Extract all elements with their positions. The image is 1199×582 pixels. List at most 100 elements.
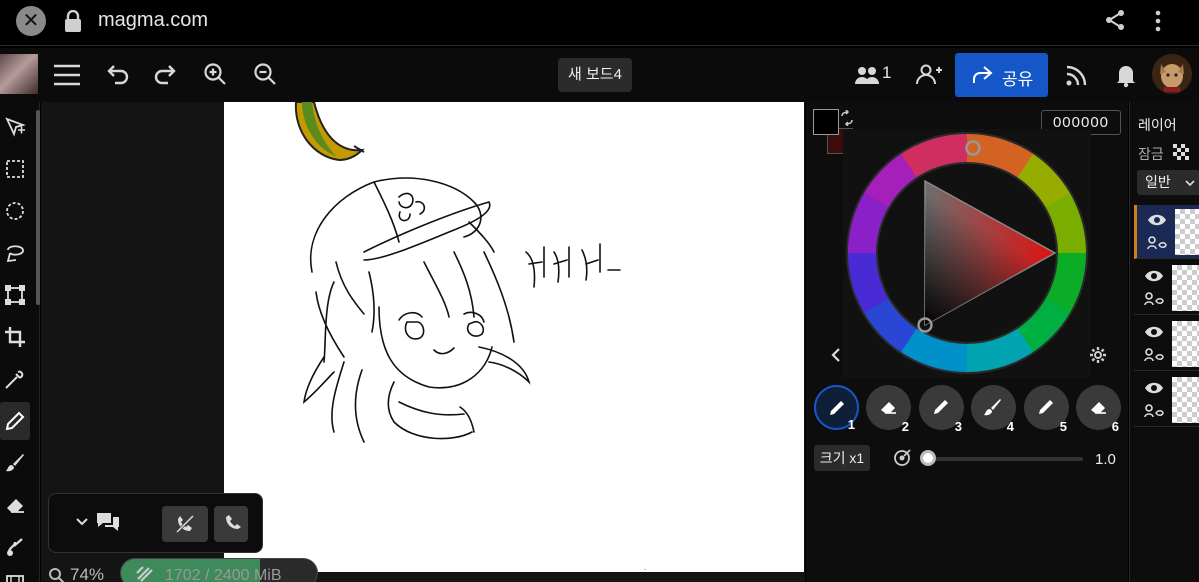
zoom-in-icon[interactable] [201, 60, 231, 90]
checker-lock-icon[interactable] [1173, 144, 1189, 160]
brush-slot-1[interactable]: 1 [814, 385, 859, 432]
eraser-tool[interactable] [0, 486, 30, 524]
menu-icon[interactable] [52, 60, 82, 90]
color-wheel-area[interactable] [843, 129, 1091, 378]
eye-icon[interactable] [1144, 325, 1164, 339]
chevron-down-icon [1185, 180, 1195, 187]
smudge-tool[interactable] [0, 528, 30, 566]
color-panel: 000000 1 2 3 4 5 6 크기 x1 1.0 [806, 102, 1128, 582]
zoom-search-icon[interactable] [48, 567, 66, 582]
rect-select-tool[interactable] [0, 150, 30, 188]
brush-size-slider-knob[interactable] [920, 450, 936, 466]
layers-panel: 레이어 잠금 일반 [1129, 102, 1199, 582]
board-name-button[interactable]: 새 보드4 [558, 58, 632, 92]
app-toolbar: 새 보드4 1 공유 [0, 48, 1199, 102]
brush-slot-4[interactable]: 4 [971, 385, 1016, 434]
layer-row[interactable] [1134, 261, 1199, 315]
share-icon[interactable] [1103, 8, 1127, 32]
move-tool[interactable] [0, 108, 30, 146]
call-button[interactable] [214, 506, 248, 542]
pen-icon [5, 411, 25, 431]
eye-icon[interactable] [1147, 213, 1167, 227]
ellipse-select-tool[interactable] [0, 192, 30, 230]
chevron-down-icon[interactable] [75, 516, 89, 528]
lasso-tool[interactable] [0, 234, 30, 272]
brush-tool[interactable] [0, 444, 30, 482]
voice-off-button[interactable] [162, 506, 208, 542]
close-tab-icon[interactable]: ✕ [16, 6, 46, 36]
crop-tool[interactable] [0, 318, 30, 356]
brush-slot-6[interactable]: 6 [1076, 385, 1121, 434]
eye-icon[interactable] [1144, 381, 1164, 395]
more-menu-icon[interactable] [1148, 8, 1168, 34]
lock-icon [65, 10, 81, 32]
tool-scrollbar[interactable] [36, 110, 40, 305]
pen-tool[interactable] [0, 402, 30, 440]
brush-slot-number: 3 [954, 419, 962, 434]
brush-slot-number: 5 [1059, 419, 1067, 434]
zoom-out-icon[interactable] [251, 60, 281, 90]
brush-size-slider[interactable] [928, 457, 1083, 461]
transform-icon [5, 285, 25, 305]
layer-row[interactable] [1134, 205, 1199, 259]
layer-thumbnail [1172, 377, 1199, 423]
chat-icon[interactable] [95, 510, 121, 532]
foreground-color-swatch[interactable] [813, 109, 839, 135]
blend-mode-select[interactable]: 일반 [1137, 170, 1199, 195]
color-wheel [846, 132, 1088, 374]
undo-icon[interactable] [102, 60, 132, 90]
brush-size-value: 1.0 [1095, 451, 1116, 468]
brush-slot-number: 6 [1111, 419, 1119, 434]
brush-slot-number: 2 [901, 419, 909, 434]
brush-slot-3[interactable]: 3 [919, 385, 964, 434]
share-button[interactable]: 공유 [955, 53, 1048, 97]
layer-row[interactable] [1134, 317, 1199, 371]
layers-title: 레이어 [1138, 117, 1177, 133]
browser-address-bar: ✕ magma.com [0, 0, 1199, 46]
eraser-icon [881, 402, 896, 414]
add-user-icon[interactable] [914, 60, 944, 90]
brush-slot-5[interactable]: 5 [1024, 385, 1069, 434]
user-avatar[interactable] [1152, 54, 1192, 94]
chevron-left-icon[interactable] [830, 347, 842, 363]
zoom-level[interactable]: 74% [70, 565, 104, 582]
swap-colors-icon[interactable] [839, 110, 855, 126]
layer-options-icon[interactable] [1144, 291, 1164, 307]
lasso-icon [6, 245, 24, 263]
brush-size-button[interactable]: 크기 x1 [814, 445, 870, 471]
eyedropper-tool[interactable] [0, 360, 30, 398]
layer-options-icon[interactable] [1147, 235, 1167, 251]
crop-icon [5, 327, 25, 347]
pressure-icon[interactable] [893, 449, 911, 467]
redo-icon[interactable] [151, 60, 181, 90]
move-arrow-icon [5, 117, 26, 137]
users-icon[interactable] [854, 60, 880, 90]
brush-slot-number: 1 [847, 417, 855, 432]
share-button-label: 공유 [1002, 70, 1034, 89]
gear-icon[interactable] [1089, 346, 1107, 364]
eyedropper-icon [5, 370, 24, 389]
ellipse-select-icon [6, 202, 24, 220]
layer-options-icon[interactable] [1144, 347, 1164, 363]
call-off-icon [175, 514, 195, 534]
film-tool[interactable] [0, 564, 30, 582]
bell-icon[interactable] [1111, 60, 1141, 90]
eye-icon[interactable] [1144, 269, 1164, 283]
eraser-icon [1091, 402, 1106, 414]
drawing-canvas[interactable]: . [224, 101, 804, 572]
pen-icon [934, 400, 948, 414]
user-avatar-image [1152, 54, 1192, 94]
transform-tool[interactable] [0, 276, 30, 314]
pen-icon [830, 401, 844, 415]
blend-mode-value: 일반 [1145, 174, 1171, 190]
brush-slot-2[interactable]: 2 [866, 385, 911, 434]
board-thumbnail[interactable] [0, 54, 38, 94]
film-icon [6, 575, 24, 582]
rss-icon[interactable] [1062, 60, 1092, 90]
layer-options-icon[interactable] [1144, 403, 1164, 419]
layer-row[interactable] [1134, 373, 1199, 427]
rect-select-icon [6, 160, 24, 178]
memory-usage-pill: 1702 / 2400 MiB [120, 558, 318, 582]
url-text[interactable]: magma.com [98, 9, 208, 32]
users-count: 1 [882, 63, 892, 82]
